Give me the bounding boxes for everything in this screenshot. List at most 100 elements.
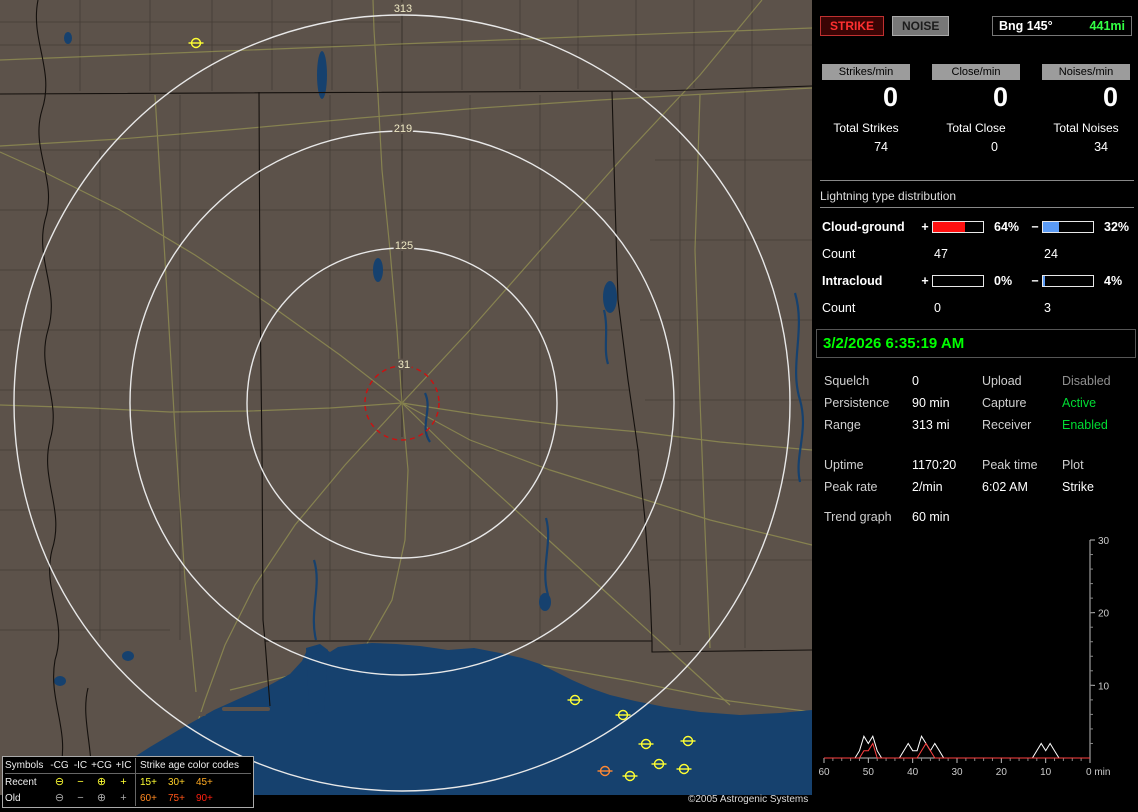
- receiver-status: Enabled: [1062, 418, 1108, 432]
- settings-grid: Squelch 0 Upload Disabled Persistence 90…: [824, 374, 1134, 432]
- total-strikes-label: Total Strikes: [833, 121, 899, 135]
- trend-row: Trend graph 60 min: [824, 510, 1134, 524]
- age-code-90: 90+: [195, 792, 213, 804]
- svg-text:30: 30: [1098, 536, 1110, 547]
- pos-ic-old-icon: +: [120, 791, 127, 804]
- radar-map[interactable]: 313 219 125 31: [0, 0, 812, 795]
- legend-col-pos-cg: +CG: [91, 760, 112, 771]
- cg-negative-bar: [1042, 221, 1094, 233]
- ic-negative-pct: 4%: [1104, 274, 1123, 288]
- cg-positive-pct: 64%: [994, 220, 1020, 234]
- datetime: 3/2/2026 6:35:19 AM: [816, 329, 1136, 358]
- noises-per-min-label: Noises/min: [1042, 64, 1130, 80]
- legend-age-header: Strike age color codes: [135, 758, 251, 773]
- minus-sign: −: [1031, 220, 1039, 234]
- total-strikes-value: 74: [874, 140, 888, 154]
- cg-negative-pct: 32%: [1104, 220, 1130, 234]
- strikes-per-min-label: Strikes/min: [822, 64, 910, 80]
- plot-label: Plot: [1062, 458, 1084, 472]
- lightning-monitor-app: 313 219 125 31 Symbols -CG -IC +CG +IC S…: [0, 0, 1138, 812]
- peak-rate-value: 2/min: [912, 480, 943, 494]
- legend-col-pos-ic: +IC: [115, 760, 132, 771]
- capture-label: Capture: [982, 396, 1027, 410]
- legend-recent-label: Recent: [5, 776, 37, 788]
- age-code-15: 15+: [140, 776, 157, 788]
- copyright-text: ©2005 Astrogenic Systems: [688, 794, 809, 805]
- strikes-per-min-value: 0: [882, 82, 898, 112]
- svg-text:20: 20: [1098, 609, 1110, 620]
- ic-positive-pct: 0%: [994, 274, 1013, 288]
- legend-col-neg-cg: -CG: [50, 760, 69, 771]
- svg-text:30: 30: [951, 767, 963, 778]
- ring-label-219: 219: [394, 123, 412, 135]
- svg-text:60: 60: [818, 767, 830, 778]
- upload-status: Disabled: [1062, 374, 1111, 388]
- svg-text:50: 50: [863, 767, 875, 778]
- cloud-ground-label: Cloud-ground: [822, 220, 905, 234]
- ring-label-31: 31: [398, 359, 410, 371]
- sidebar: STRIKE NOISE Bng 145° 441mi Strikes/min …: [816, 0, 1138, 812]
- ring-label-125: 125: [395, 240, 413, 252]
- strike-button[interactable]: STRIKE: [820, 16, 885, 36]
- neg-ic-recent-icon: −: [77, 775, 84, 788]
- age-code-45: 45+: [195, 776, 213, 788]
- map-legend: Symbols -CG -IC +CG +IC Strike age color…: [2, 756, 254, 808]
- stats-grid: Uptime 1170:20 Peak time Plot Peak rate …: [824, 458, 1134, 494]
- age-code-75: 75+: [167, 792, 185, 804]
- age-code-60: 60+: [140, 792, 157, 804]
- total-close-value: 0: [991, 140, 998, 154]
- plus-sign: +: [921, 274, 929, 288]
- ic-positive-count: 0: [934, 301, 941, 315]
- range-label: Range: [824, 418, 861, 432]
- peak-time-label: Peak time: [982, 458, 1038, 472]
- distribution-grid: Cloud-ground + 64% − 32% Count 47 24 Int…: [822, 220, 1134, 315]
- neg-ic-old-icon: −: [77, 791, 84, 804]
- count-label: Count: [822, 247, 856, 261]
- svg-text:20: 20: [996, 767, 1008, 778]
- neg-cg-old-icon: ⊖: [54, 791, 65, 804]
- total-close-label: Total Close: [946, 121, 1006, 135]
- upload-label: Upload: [982, 374, 1022, 388]
- cg-positive-bar: [932, 221, 984, 233]
- neg-cg-recent-icon: ⊖: [54, 775, 65, 788]
- svg-text:10: 10: [1040, 767, 1052, 778]
- uptime-value: 1170:20: [912, 458, 957, 472]
- capture-status: Active: [1062, 396, 1097, 410]
- bearing-distance: 441mi: [1089, 19, 1125, 33]
- cg-positive-count: 47: [934, 247, 948, 261]
- distribution-header: Lightning type distribution: [820, 189, 957, 203]
- ic-negative-count: 3: [1044, 301, 1051, 315]
- ic-positive-bar: [932, 275, 984, 287]
- separator: [820, 180, 1134, 181]
- age-code-30: 30+: [167, 776, 185, 788]
- intracloud-label: Intracloud: [822, 274, 883, 288]
- receiver-label: Receiver: [982, 418, 1032, 432]
- squelch-label: Squelch: [824, 374, 870, 388]
- pos-cg-old-icon: ⊕: [96, 791, 107, 804]
- trend-graph: 10 20 30 60 50 40 30 20 10 0 min: [818, 536, 1110, 778]
- mode-toolbar: STRIKE NOISE Bng 145° 441mi: [820, 16, 1132, 36]
- close-per-min-value: 0: [992, 82, 1008, 112]
- uptime-label: Uptime: [824, 458, 864, 472]
- persistence-value: 90 min: [912, 396, 950, 410]
- count-label: Count: [822, 301, 856, 315]
- svg-text:0 min: 0 min: [1086, 767, 1110, 778]
- noises-per-min-value: 0: [1102, 82, 1118, 112]
- total-noises-value: 34: [1094, 140, 1108, 154]
- range-value: 313 mi: [912, 418, 950, 432]
- legend-col-neg-ic: -IC: [73, 760, 88, 771]
- cg-negative-count: 24: [1044, 247, 1058, 261]
- pos-ic-recent-icon: +: [120, 775, 127, 788]
- svg-text:40: 40: [907, 767, 919, 778]
- ic-negative-bar: [1042, 275, 1094, 287]
- totals-row: Total Strikes 74 Total Close 0 Total Noi…: [822, 121, 1130, 154]
- legend-old-label: Old: [5, 792, 21, 804]
- peak-time-value: 6:02 AM: [982, 480, 1028, 494]
- plot-value: Strike: [1062, 480, 1094, 494]
- noise-button[interactable]: NOISE: [892, 16, 950, 36]
- pos-cg-recent-icon: ⊕: [96, 775, 107, 788]
- trend-graph-window: 60 min: [912, 510, 950, 524]
- svg-text:10: 10: [1098, 681, 1110, 692]
- bearing-label: Bng 145°: [999, 19, 1053, 33]
- map-panel: 313 219 125 31 Symbols -CG -IC +CG +IC S…: [0, 0, 812, 812]
